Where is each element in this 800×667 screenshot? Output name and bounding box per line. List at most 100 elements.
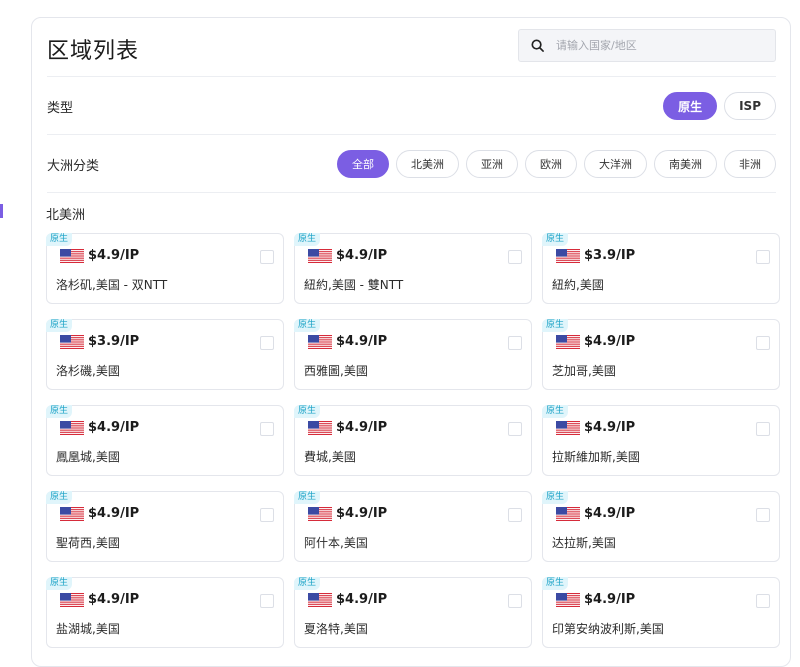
price-label: $4.9/IP	[336, 334, 388, 349]
price-line: $4.9/IP	[308, 506, 387, 521]
location-label: 芝加哥,美國	[552, 364, 616, 378]
location-label: 洛杉磯,美國	[56, 364, 120, 378]
price-label: $3.9/IP	[88, 334, 140, 349]
region-card[interactable]: 原生 $4.9/IP 夏洛特,美国	[294, 577, 532, 648]
us-flag-icon	[60, 420, 84, 435]
us-flag-icon	[556, 420, 580, 435]
price-line: $4.9/IP	[308, 592, 387, 607]
continent-option-africa[interactable]: 非洲	[724, 150, 776, 178]
region-card[interactable]: 原生 $4.9/IP 西雅圖,美國	[294, 319, 532, 390]
search-box[interactable]	[518, 29, 776, 62]
price-label: $4.9/IP	[584, 420, 636, 435]
region-card[interactable]: 原生 $4.9/IP 拉斯維加斯,美國	[542, 405, 780, 476]
price-label: $4.9/IP	[584, 592, 636, 607]
location-label: 費城,美國	[304, 450, 356, 464]
page-title: 区域列表	[47, 39, 140, 64]
select-checkbox[interactable]	[508, 508, 522, 522]
select-checkbox[interactable]	[756, 336, 770, 350]
region-card[interactable]: 原生 $3.9/IP 洛杉磯,美國	[46, 319, 284, 390]
us-flag-icon	[308, 420, 332, 435]
location-label: 达拉斯,美国	[552, 536, 616, 550]
divider	[47, 192, 776, 194]
price-label: $4.9/IP	[336, 592, 388, 607]
price-line: $4.9/IP	[556, 334, 635, 349]
type-badge: 原生	[46, 405, 73, 418]
type-badge: 原生	[294, 577, 321, 590]
continent-option-europe[interactable]: 欧洲	[525, 150, 577, 178]
type-badge: 原生	[46, 577, 73, 590]
price-line: $4.9/IP	[308, 420, 387, 435]
location-label: 印第安纳波利斯,美国	[552, 622, 664, 636]
type-badge: 原生	[294, 491, 321, 504]
region-card[interactable]: 原生 $4.9/IP 盐湖城,美国	[46, 577, 284, 648]
continent-option-asia[interactable]: 亚洲	[466, 150, 518, 178]
region-card[interactable]: 原生 $3.9/IP 紐約,美國	[542, 233, 780, 304]
select-checkbox[interactable]	[260, 250, 274, 264]
price-label: $4.9/IP	[88, 248, 140, 263]
location-label: 阿什本,美国	[304, 536, 368, 550]
type-options: 原生 ISP	[663, 92, 776, 120]
region-card[interactable]: 原生 $4.9/IP 紐約,美國 - 雙NTT	[294, 233, 532, 304]
region-card[interactable]: 原生 $4.9/IP 洛杉矶,美国 - 双NTT	[46, 233, 284, 304]
type-badge: 原生	[46, 319, 73, 332]
continent-option-north-america[interactable]: 北美洲	[396, 150, 459, 178]
region-card[interactable]: 原生 $4.9/IP 費城,美國	[294, 405, 532, 476]
us-flag-icon	[308, 248, 332, 263]
select-checkbox[interactable]	[756, 508, 770, 522]
us-flag-icon	[556, 506, 580, 521]
region-card[interactable]: 原生 $4.9/IP 达拉斯,美国	[542, 491, 780, 562]
select-checkbox[interactable]	[508, 594, 522, 608]
section-title: 北美洲	[46, 208, 86, 223]
price-line: $4.9/IP	[60, 592, 139, 607]
price-label: $4.9/IP	[88, 420, 140, 435]
region-card-grid: 原生 $4.9/IP 洛杉矶,美国 - 双NTT 原生 $4.9/IP 紐約,美國 - 雙…	[46, 233, 781, 648]
select-checkbox[interactable]	[508, 336, 522, 350]
select-checkbox[interactable]	[260, 422, 274, 436]
price-line: $4.9/IP	[60, 248, 139, 263]
price-line: $4.9/IP	[308, 334, 387, 349]
price-line: $4.9/IP	[60, 506, 139, 521]
select-checkbox[interactable]	[756, 422, 770, 436]
price-line: $4.9/IP	[308, 248, 387, 263]
region-card[interactable]: 原生 $4.9/IP 鳳凰城,美國	[46, 405, 284, 476]
price-line: $4.9/IP	[556, 420, 635, 435]
continent-options: 全部 北美洲 亚洲 欧洲 大洋洲 南美洲 非洲	[337, 150, 776, 178]
region-card[interactable]: 原生 $4.9/IP 阿什本,美国	[294, 491, 532, 562]
price-line: $3.9/IP	[556, 248, 635, 263]
select-checkbox[interactable]	[260, 508, 274, 522]
type-badge: 原生	[294, 405, 321, 418]
location-label: 紐約,美國 - 雙NTT	[304, 278, 404, 292]
us-flag-icon	[60, 592, 84, 607]
search-input[interactable]	[554, 38, 758, 53]
price-line: $4.9/IP	[556, 506, 635, 521]
us-flag-icon	[308, 334, 332, 349]
type-option-native[interactable]: 原生	[663, 92, 718, 120]
type-badge: 原生	[542, 233, 569, 246]
select-checkbox[interactable]	[508, 250, 522, 264]
type-option-isp[interactable]: ISP	[724, 92, 776, 120]
price-label: $4.9/IP	[336, 506, 388, 521]
type-badge: 原生	[542, 319, 569, 332]
region-card[interactable]: 原生 $4.9/IP 聖荷西,美國	[46, 491, 284, 562]
location-label: 聖荷西,美國	[56, 536, 120, 550]
select-checkbox[interactable]	[756, 250, 770, 264]
select-checkbox[interactable]	[260, 594, 274, 608]
continent-option-oceania[interactable]: 大洋洲	[584, 150, 647, 178]
type-badge: 原生	[542, 491, 569, 504]
location-label: 拉斯維加斯,美國	[552, 450, 640, 464]
select-checkbox[interactable]	[508, 422, 522, 436]
us-flag-icon	[308, 506, 332, 521]
select-checkbox[interactable]	[260, 336, 274, 350]
select-checkbox[interactable]	[756, 594, 770, 608]
region-card[interactable]: 原生 $4.9/IP 印第安纳波利斯,美国	[542, 577, 780, 648]
price-label: $4.9/IP	[88, 592, 140, 607]
price-label: $4.9/IP	[584, 506, 636, 521]
location-label: 洛杉矶,美国 - 双NTT	[56, 278, 168, 292]
location-label: 鳳凰城,美國	[56, 450, 120, 464]
continent-option-all[interactable]: 全部	[337, 150, 389, 178]
location-label: 紐約,美國	[552, 278, 604, 292]
location-label: 盐湖城,美国	[56, 622, 120, 636]
region-card[interactable]: 原生 $4.9/IP 芝加哥,美國	[542, 319, 780, 390]
continent-option-south-america[interactable]: 南美洲	[654, 150, 717, 178]
location-label: 夏洛特,美国	[304, 622, 368, 636]
